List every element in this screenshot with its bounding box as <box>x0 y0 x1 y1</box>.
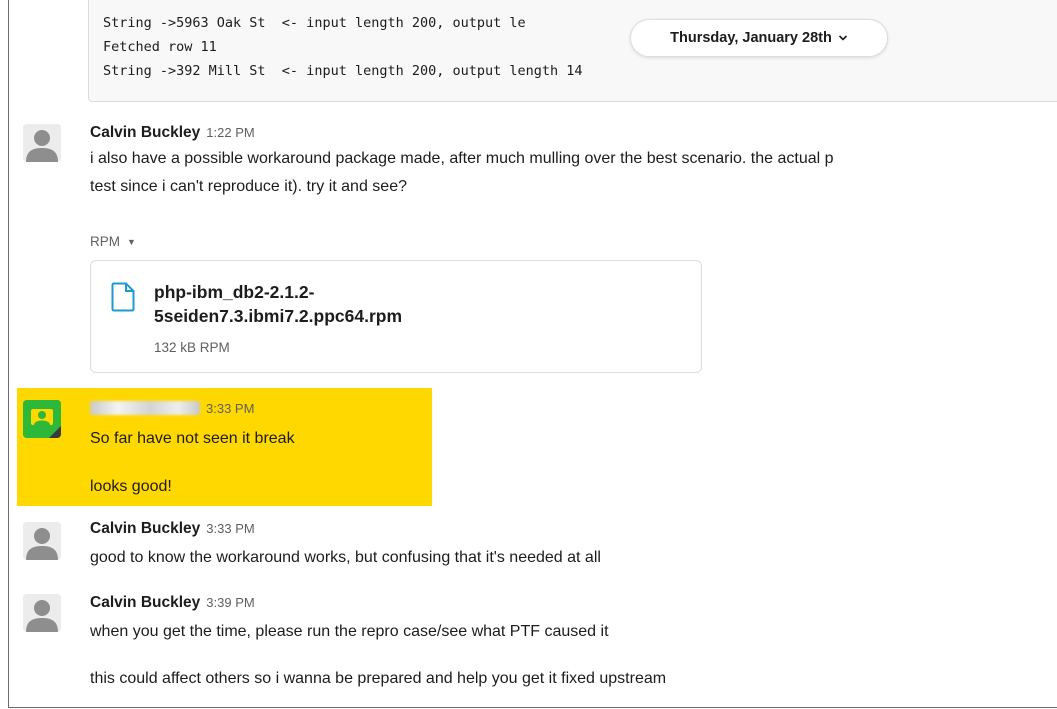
avatar-icon[interactable] <box>23 124 61 162</box>
avatar-icon[interactable] <box>23 400 61 438</box>
file-name[interactable]: php-ibm_db2-2.1.2-5seiden7.3.ibmi7.2.ppc… <box>154 280 454 328</box>
attachment-type-label: RPM <box>90 234 120 249</box>
timestamp[interactable]: 3:33 PM <box>206 521 254 536</box>
timestamp[interactable]: 3:33 PM <box>206 401 254 416</box>
code-line: String ->392 Mill St <- input length 200… <box>103 63 583 79</box>
message-text: good to know the workaround works, but c… <box>90 549 601 566</box>
code-line: String ->5963 Oak St <- input length 200… <box>103 15 526 31</box>
caret-down-icon: ▼ <box>127 236 136 247</box>
file-attachment[interactable]: php-ibm_db2-2.1.2-5seiden7.3.ibmi7.2.ppc… <box>90 260 702 373</box>
attachment-type-toggle[interactable]: RPM ▼ <box>90 234 136 249</box>
code-line: Fetched row 11 <box>103 39 217 55</box>
sender-name[interactable]: Calvin Buckley <box>90 124 200 141</box>
file-meta: 132 kB RPM <box>154 340 230 355</box>
date-divider-label: Thursday, January 28th <box>670 30 832 46</box>
sender-name[interactable]: Calvin Buckley <box>90 594 200 611</box>
message-text: when you get the time, please run the re… <box>90 623 609 640</box>
sender-name-redacted[interactable] <box>90 400 200 415</box>
message-text: i also have a possible workaround packag… <box>90 150 834 167</box>
message-text: this could affect others so i wanna be p… <box>90 670 667 687</box>
message-pane: String ->5963 Oak St <- input length 200… <box>8 0 1057 708</box>
sender-name[interactable]: Calvin Buckley <box>90 520 200 537</box>
date-divider-button[interactable]: Thursday, January 28th <box>630 19 888 57</box>
chevron-down-icon <box>838 34 848 42</box>
avatar-icon[interactable] <box>23 522 61 560</box>
message-text: So far have not seen it break <box>90 430 295 447</box>
avatar-icon[interactable] <box>23 594 61 632</box>
code-block: String ->5963 Oak St <- input length 200… <box>88 0 1057 102</box>
file-icon <box>111 282 135 317</box>
message-text: test since i can't reproduce it). try it… <box>90 178 407 195</box>
timestamp[interactable]: 1:22 PM <box>206 125 254 140</box>
timestamp[interactable]: 3:39 PM <box>206 595 254 610</box>
message-text: looks good! <box>90 478 172 495</box>
